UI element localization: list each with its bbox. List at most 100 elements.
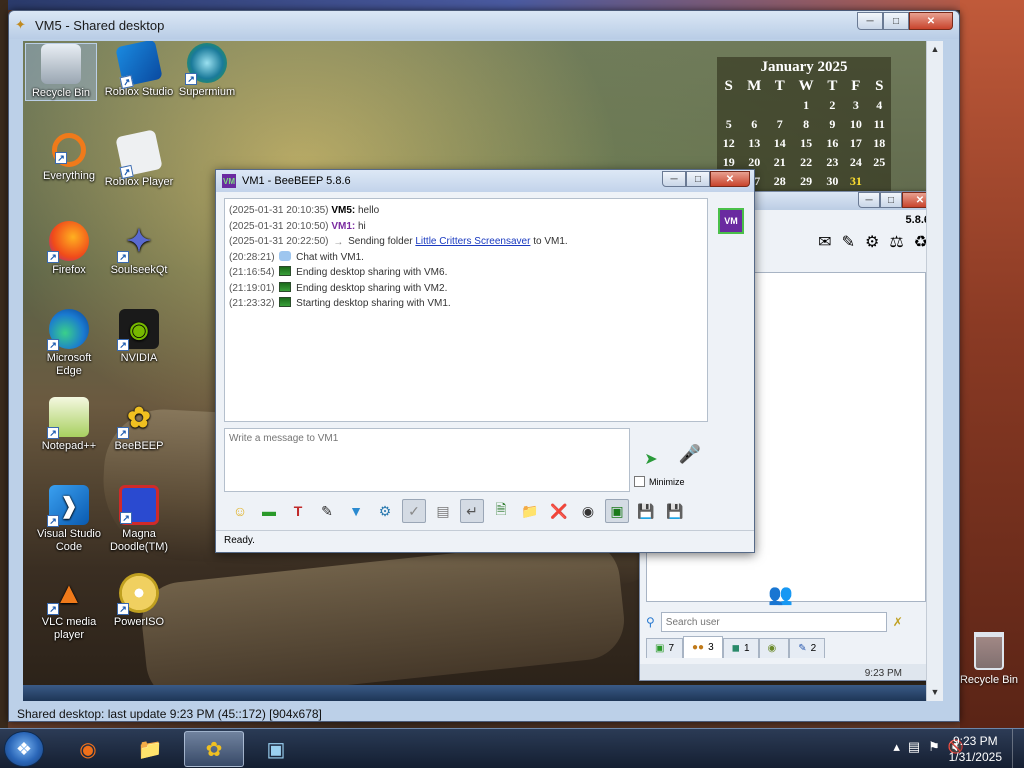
desktop-icon-vlc[interactable]: ▲ ↗ VLC media player: [33, 573, 105, 642]
filter-button[interactable]: ▼: [344, 499, 368, 523]
chat-message: (21:23:32) Starting desktop sharing with…: [229, 296, 703, 312]
taskbar-firefox[interactable]: ◉: [58, 731, 118, 767]
desktop-icon-label: Everything: [43, 170, 95, 182]
send-folder-button[interactable]: 📁: [518, 499, 542, 523]
taskbar-remote-desktop[interactable]: ▣: [246, 731, 306, 767]
scroll-up-arrow[interactable]: ▲: [927, 41, 943, 58]
minimize-button[interactable]: ─: [858, 192, 880, 208]
desktop-icon-label: SoulseekQt: [110, 264, 168, 276]
file-icon: 🗎: [495, 501, 507, 517]
weekday-label: F: [851, 77, 861, 94]
check-icon: ✓: [408, 502, 420, 519]
broadcast-icon[interactable]: ✉: [818, 232, 831, 252]
desktop-icon-beebeep[interactable]: ✿ ↗ BeeBEEP: [103, 397, 175, 453]
vm-shared-desktop-window: ✦ VM5 - Shared desktop ─ □ ✕ Recycle Bin…: [8, 10, 960, 722]
send-message-button[interactable]: ➤: [634, 446, 668, 472]
magna-doodle-icon: ↗: [119, 485, 159, 525]
minimize-checkbox[interactable]: [634, 476, 645, 487]
desktop-icon-nvidia[interactable]: ◉ ↗ NVIDIA: [103, 309, 175, 365]
settings-button[interactable]: ⚙: [373, 499, 397, 523]
share-desktop-button[interactable]: ▣: [605, 499, 629, 523]
system-clock[interactable]: 9:23 PM 1/31/2025: [949, 733, 1002, 765]
tab-count: 2: [810, 643, 817, 654]
clear-search-icon[interactable]: ✗: [893, 615, 903, 629]
message-input[interactable]: [224, 428, 630, 492]
search-user-input[interactable]: [660, 612, 887, 632]
taskbar-beebeep[interactable]: ✿: [184, 731, 244, 767]
shared-folder-link[interactable]: Little Critters Screensaver: [415, 236, 530, 247]
chat-messages[interactable]: (2025-01-31 20:10:35) VM5: hello (2025-0…: [224, 198, 708, 422]
settings-icon[interactable]: ⚙: [865, 232, 879, 252]
send-file-button[interactable]: 🗎: [489, 499, 513, 523]
tab-files[interactable]: ✎ 2: [789, 638, 826, 658]
calendar-day: 21: [773, 155, 786, 169]
save-chat-button[interactable]: 💾: [663, 499, 687, 523]
host-recycle-bin[interactable]: Recycle Bin: [958, 632, 1020, 686]
clear-chat-button[interactable]: ❌: [547, 499, 571, 523]
return-icon: ↵: [466, 502, 478, 519]
taskbar-explorer[interactable]: 📁: [120, 731, 180, 767]
plugins-icon[interactable]: ⚖: [889, 232, 903, 252]
desktop-icon-firefox[interactable]: ↗ Firefox: [33, 221, 105, 277]
start-button[interactable]: ❖: [4, 731, 44, 767]
font-button[interactable]: T: [286, 499, 310, 523]
action-center-flag-icon[interactable]: ⚑: [928, 739, 940, 755]
tab-chats[interactable]: ▣ 7: [646, 638, 684, 658]
tab-users[interactable]: ●● 3: [683, 636, 723, 658]
save-html-button[interactable]: 💾: [634, 499, 658, 523]
network-icon: ◉: [767, 643, 777, 654]
desktop-icon-magna-doodle[interactable]: ↗ Magna Doodle(TM): [103, 485, 175, 554]
desktop-icon-poweriso[interactable]: ↗ PowerISO: [103, 573, 175, 629]
chat-titlebar[interactable]: VM VM1 - BeeBEEP 5.8.6 ─ □ ✕: [216, 170, 754, 192]
minimize-button[interactable]: ─: [857, 12, 883, 30]
minimize-button[interactable]: ─: [662, 171, 686, 187]
desktop-icon-vscode[interactable]: ❱ ↗ Visual Studio Code: [33, 485, 105, 554]
microphone-icon: 🎤: [678, 444, 702, 464]
chat-user-avatar[interactable]: VM: [718, 208, 744, 234]
desktop-icon-edge[interactable]: ↗ Microsoft Edge: [33, 309, 105, 378]
chat-window: VM VM1 - BeeBEEP 5.8.6 ─ □ ✕ (2025-01-31…: [215, 169, 755, 553]
voice-message-button[interactable]: 🎤: [678, 444, 702, 472]
gear-icon: ⚙: [378, 502, 392, 519]
desktop-icon: ▣: [610, 502, 624, 519]
spellcheck-button[interactable]: ✓: [402, 499, 426, 523]
close-button[interactable]: ✕: [909, 12, 953, 30]
weekday-label: T: [827, 77, 838, 94]
word-complete-button[interactable]: ▤: [431, 499, 455, 523]
vm-titlebar[interactable]: ✦ VM5 - Shared desktop ─ □ ✕: [9, 11, 959, 39]
maximize-button[interactable]: □: [883, 12, 909, 30]
font-color-button[interactable]: ✎: [315, 499, 339, 523]
calendar-day: 25: [873, 155, 886, 169]
screenshot-button[interactable]: ◉: [576, 499, 600, 523]
vm-taskbar[interactable]: [23, 685, 926, 701]
calendar-title: January 2025: [760, 59, 848, 75]
close-button[interactable]: ✕: [710, 171, 750, 187]
chat-message: (2025-01-31 20:10:50) VM1: hi: [229, 219, 703, 235]
vm-remote-screen[interactable]: Recycle Bin ↗ Roblox Studio ↗ Supermium …: [23, 41, 943, 701]
desktop-icon-everything[interactable]: ↗ Everything: [33, 133, 105, 183]
maximize-button[interactable]: □: [880, 192, 902, 208]
desktop-icon-supermium[interactable]: ↗ Supermium: [171, 43, 243, 99]
show-hidden-icons-arrow[interactable]: ▴: [893, 739, 900, 755]
desktop-icon-roblox-player[interactable]: ↗ Roblox Player: [103, 129, 175, 189]
scroll-down-arrow[interactable]: ▼: [927, 684, 943, 701]
calendar-day: 22: [800, 155, 813, 169]
tab-network[interactable]: ◉: [758, 638, 790, 658]
calendar-day: 29: [800, 174, 813, 188]
weekday-label: S: [724, 77, 733, 94]
desktop-icon-notepadpp[interactable]: ↗ Notepad++: [33, 397, 105, 453]
desktop-icon-soulseek[interactable]: ✦ ↗ SoulseekQt: [103, 221, 175, 277]
network-icon[interactable]: ▤: [908, 739, 920, 755]
buzz-button[interactable]: ▬: [257, 499, 281, 523]
minimize-checkbox-row[interactable]: Minimize: [634, 476, 685, 487]
maximize-button[interactable]: □: [686, 171, 710, 187]
save-as-icon: 💾: [637, 502, 655, 519]
desktop-icon-roblox-studio[interactable]: ↗ Roblox Studio: [103, 41, 175, 99]
tab-groups[interactable]: ◼ 1: [722, 638, 759, 658]
desktop-icon-recycle-bin[interactable]: Recycle Bin: [25, 43, 97, 101]
show-desktop-button[interactable]: [1012, 729, 1024, 768]
use-return-button[interactable]: ↵: [460, 499, 484, 523]
emoticon-button[interactable]: ☺: [228, 499, 252, 523]
edit-icon[interactable]: ✎: [842, 232, 855, 252]
vm-scrollbar[interactable]: ▲ ▼: [926, 41, 943, 701]
